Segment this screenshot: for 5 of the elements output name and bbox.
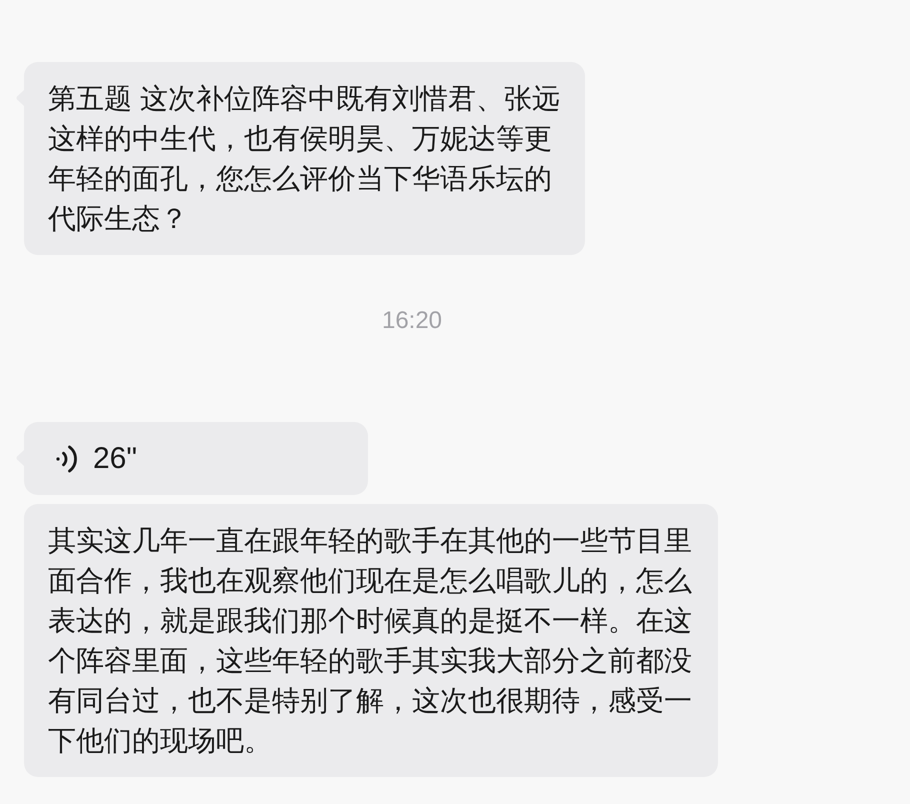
message-bubble: 其实这几年一直在跟年轻的歌手在其他的一些节目里面合作，我也在观察他们现在是怎么唱歌儿的，怎么表达的，就是跟我们那个时候真的是挺不一样。在这个阵容里面，这些年轻的歌手其实我大部分之前都没有同台过，也不是特别了解，这次也很期待，感受一下他们的现场吧。 [24, 504, 718, 777]
sound-wave-icon [55, 444, 77, 472]
message-bubble: 第五题 这次补位阵容中既有刘惜君、张远这样的中生代，也有侯明昊、万妮达等更年轻的面孔，您怎么评价当下华语乐坛的代际生态？ [24, 62, 585, 255]
timestamp: 16:20 [382, 307, 442, 335]
voice-message-button[interactable]: 26" [24, 422, 368, 495]
